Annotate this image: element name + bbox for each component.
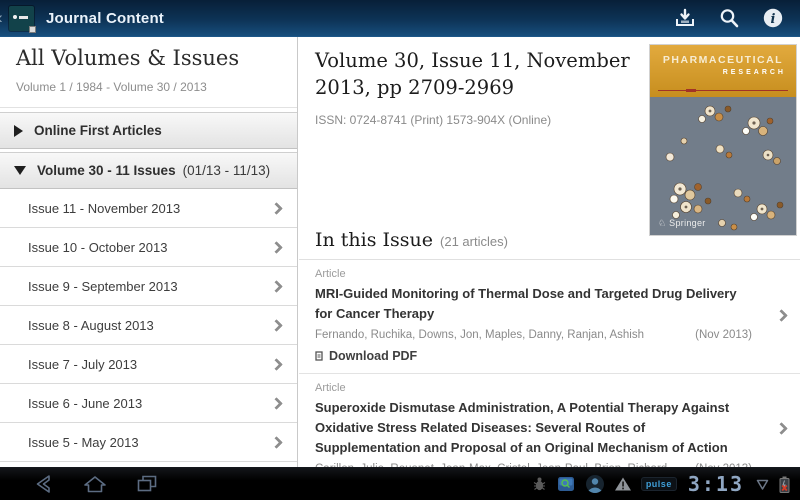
cover-header: PHARMACEUTICAL RESEARCH — [650, 45, 796, 97]
cover-subtitle: RESEARCH — [722, 69, 786, 76]
chevron-right-icon — [270, 357, 283, 371]
issue-row-7[interactable]: Issue 7 - July 2013 — [0, 345, 297, 384]
app-logo-icon[interactable] — [9, 5, 36, 33]
issue-row-9[interactable]: Issue 9 - September 2013 — [0, 267, 297, 306]
pdf-file-icon — [315, 350, 323, 361]
svg-text:i: i — [771, 12, 776, 27]
article-title: Superoxide Dismutase Administration, A P… — [315, 400, 730, 455]
clock[interactable]: 3:13 — [688, 472, 744, 496]
battery-alert-icon — [779, 476, 790, 493]
app-logo-dot — [13, 14, 17, 19]
chevron-right-icon — [270, 240, 283, 254]
chevron-right-icon — [270, 435, 283, 449]
app-logo-square — [29, 25, 36, 33]
cover-micrograph: ♘ Springer — [650, 97, 796, 235]
publisher-logo: ♘ Springer — [658, 218, 706, 228]
back-button-icon[interactable] — [28, 471, 58, 497]
download-pdf-label: Download PDF — [329, 349, 418, 363]
sidebar-title: All Volumes & Issues — [16, 46, 240, 70]
recents-button-icon[interactable] — [132, 471, 162, 497]
sidebar-subtitle: Volume 1 / 1984 - Volume 30 / 2013 — [16, 80, 207, 94]
user-status-icon — [585, 475, 604, 493]
group-label: Online First Articles — [34, 123, 162, 138]
chevron-right-icon — [270, 396, 283, 410]
media-scan-icon — [557, 477, 574, 491]
issue-label: Issue 8 - August 2013 — [28, 317, 154, 333]
download-icon[interactable] — [670, 4, 700, 32]
chevron-right-icon — [270, 201, 283, 215]
signal-icon — [756, 479, 769, 490]
issue-title: Volume 30, Issue 11, November 2013, pp 2… — [315, 49, 630, 99]
issue-row-11[interactable]: Issue 11 - November 2013 — [0, 189, 297, 228]
chevron-right-icon — [775, 308, 788, 322]
status-tray[interactable]: pulse 3:13 — [532, 472, 800, 496]
page-title: Journal Content — [46, 9, 164, 27]
info-icon[interactable]: i — [758, 4, 788, 32]
article-row-2[interactable]: Article Superoxide Dismutase Administrat… — [299, 374, 800, 467]
chevron-expanded-icon — [14, 166, 26, 175]
issue-label: Issue 11 - November 2013 — [28, 200, 181, 216]
back-edge-icon[interactable]: ‹ — [0, 8, 5, 28]
issue-label: Issue 10 - October 2013 — [28, 239, 168, 255]
issue-label: Issue 5 - May 2013 — [28, 434, 139, 450]
group-volume-30[interactable]: Volume 30 - 11 Issues (01/13 - 11/13) — [0, 152, 297, 189]
action-bar-actions: i — [670, 4, 800, 32]
issue-row-5[interactable]: Issue 5 - May 2013 — [0, 423, 297, 462]
issn-line: ISSN: 0724-8741 (Print) 1573-904X (Onlin… — [315, 113, 552, 127]
article-authors: Fernando, Ruchika, Downs, Jon, Maples, D… — [315, 329, 644, 341]
volumes-sidebar: All Volumes & Issues Volume 1 / 1984 - V… — [0, 37, 298, 467]
journal-cover-image: PHARMACEUTICAL RESEARCH ♘ Springer — [650, 45, 796, 235]
article-kind-label: Article — [315, 382, 346, 394]
group-detail: (01/13 - 11/13) — [182, 163, 271, 178]
android-system-bar: pulse 3:13 — [0, 467, 800, 500]
section-title: In this Issue — [315, 229, 434, 251]
chevron-right-icon — [775, 422, 788, 435]
article-title: MRI-Guided Monitoring of Thermal Dose an… — [315, 286, 737, 321]
issue-label: Issue 7 - July 2013 — [28, 356, 138, 372]
app-logo-bar — [19, 15, 28, 19]
search-icon[interactable] — [714, 4, 744, 32]
issue-row-10[interactable]: Issue 10 - October 2013 — [0, 228, 297, 267]
issue-label: Issue 9 - September 2013 — [28, 278, 178, 294]
issue-list: Issue 11 - November 2013 Issue 10 - Octo… — [0, 189, 297, 462]
usb-debug-icon — [533, 477, 546, 491]
chevron-right-icon — [270, 318, 283, 332]
home-button-icon[interactable] — [80, 471, 110, 497]
action-bar: ‹ Journal Content — [0, 0, 800, 37]
pulse-notification-badge: pulse — [640, 477, 677, 491]
article-count: (21 articles) — [440, 234, 508, 249]
issue-row-8[interactable]: Issue 8 - August 2013 — [0, 306, 297, 345]
in-this-issue-header: In this Issue (21 articles) — [315, 229, 508, 251]
cover-title: PHARMACEUTICAL — [662, 54, 784, 66]
warning-icon — [614, 477, 631, 491]
group-label: Volume 30 - 11 Issues — [37, 163, 176, 178]
chevron-right-icon — [270, 279, 283, 293]
issue-label: Issue 6 - June 2013 — [28, 395, 143, 411]
issue-row-6[interactable]: Issue 6 - June 2013 — [0, 384, 297, 423]
nav-buttons — [0, 471, 162, 497]
download-pdf-link[interactable]: Download PDF — [315, 349, 752, 363]
chevron-collapsed-icon — [14, 124, 23, 137]
article-meta: Fernando, Ruchika, Downs, Jon, Maples, D… — [315, 328, 752, 342]
issue-detail-panel: Volume 30, Issue 11, November 2013, pp 2… — [299, 37, 800, 467]
app-window: ‹ Journal Content — [0, 0, 800, 500]
group-online-first[interactable]: Online First Articles — [0, 112, 297, 149]
article-row-1[interactable]: Article MRI-Guided Monitoring of Thermal… — [299, 260, 800, 374]
cover-rule — [658, 89, 788, 92]
article-kind-label: Article — [315, 268, 346, 280]
article-date: (Nov 2013) — [695, 329, 752, 341]
sidebar-header: All Volumes & Issues Volume 1 / 1984 - V… — [0, 37, 297, 108]
article-list: Article MRI-Guided Monitoring of Thermal… — [299, 259, 800, 467]
